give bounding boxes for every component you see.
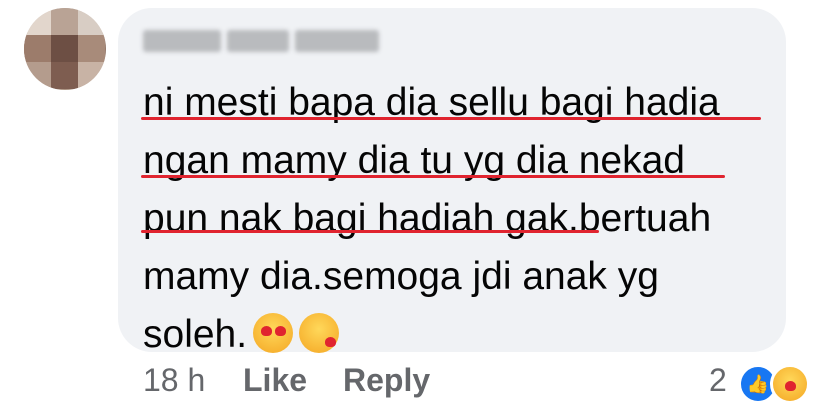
avatar-pixel bbox=[51, 35, 78, 62]
redacted-block bbox=[227, 30, 289, 52]
avatar-pixel bbox=[24, 62, 51, 89]
comment-line-text: soleh. bbox=[143, 313, 248, 356]
reaction-count[interactable]: 2 bbox=[709, 362, 727, 399]
avatar-pixel bbox=[24, 35, 51, 62]
comment-line: pun nak bagi hadiah gak.bertuah bbox=[143, 197, 712, 240]
redacted-block bbox=[295, 30, 379, 52]
author-name-redacted[interactable] bbox=[143, 30, 385, 60]
avatar-pixel bbox=[78, 62, 105, 89]
avatar[interactable] bbox=[24, 8, 106, 90]
kissing-heart-emoji-icon bbox=[299, 313, 340, 353]
care-reaction-icon[interactable] bbox=[770, 364, 810, 404]
comment-line-last: soleh. bbox=[143, 306, 773, 364]
avatar-pixel bbox=[24, 8, 51, 35]
heart-eyes-emoji-icon bbox=[253, 313, 294, 353]
reply-button[interactable]: Reply bbox=[343, 362, 430, 399]
red-underline bbox=[141, 175, 725, 178]
red-underline bbox=[141, 117, 761, 120]
comment-line: ni mesti bapa dia sellu bagi hadia bbox=[143, 81, 720, 124]
timestamp[interactable]: 18 h bbox=[143, 362, 205, 399]
comment-line: mamy dia.semoga jdi anak yg bbox=[143, 255, 659, 298]
redacted-block bbox=[143, 30, 221, 52]
avatar-pixel bbox=[51, 8, 78, 35]
avatar-pixel bbox=[51, 62, 78, 89]
red-underline bbox=[141, 230, 599, 233]
like-button[interactable]: Like bbox=[243, 362, 307, 399]
avatar-pixel bbox=[78, 35, 105, 62]
avatar-pixel bbox=[78, 8, 105, 35]
comment-line: ngan mamy dia tu yg dia nekad bbox=[143, 139, 686, 182]
